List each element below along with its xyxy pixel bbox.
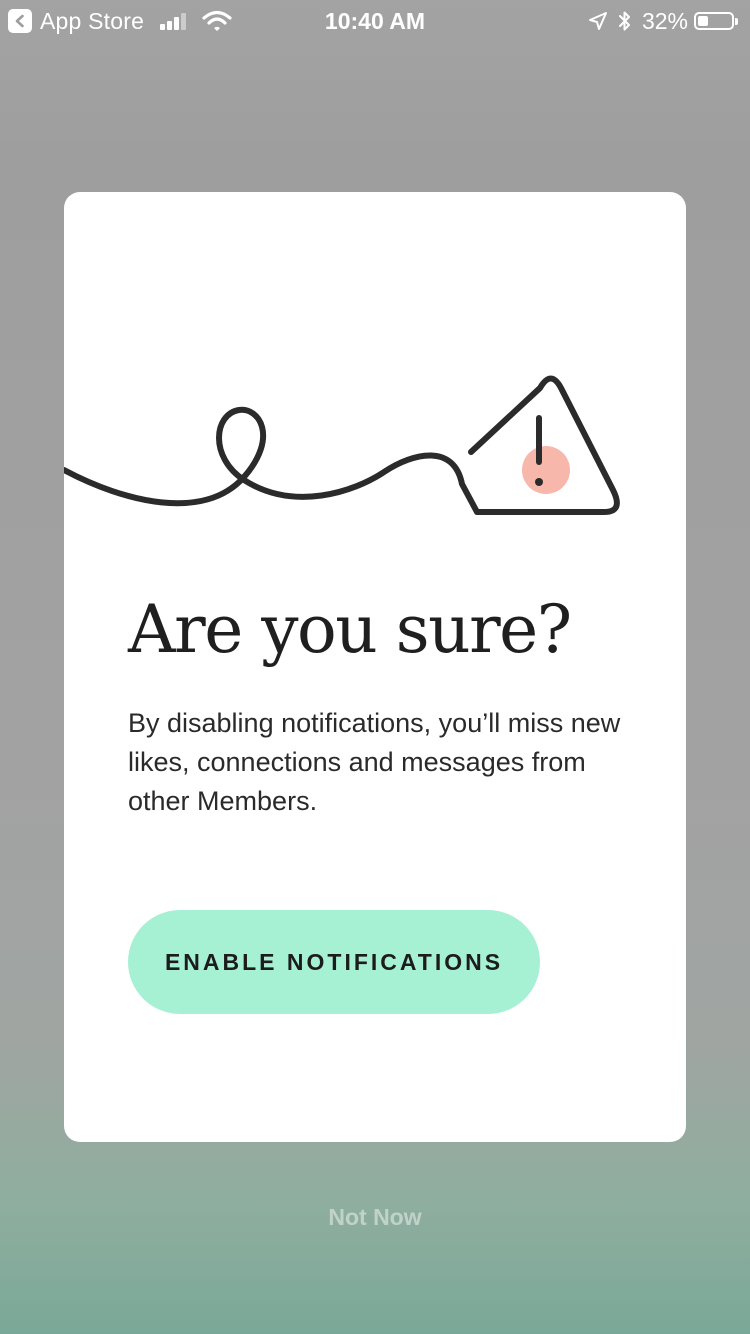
bluetooth-icon	[618, 11, 630, 31]
warning-triangle-icon	[64, 375, 620, 515]
squiggle-line	[64, 406, 480, 515]
dialog-card: Are you sure? By disabling notifications…	[64, 192, 686, 1142]
not-now-link[interactable]: Not Now	[0, 1204, 750, 1231]
dialog-body: By disabling notifications, you’ll miss …	[128, 708, 621, 816]
battery-icon	[694, 12, 734, 30]
exclamation-dot	[535, 478, 543, 486]
dialog-title: Are you sure?	[128, 591, 572, 668]
status-bar: App Store 10:40 AM 32%	[0, 0, 750, 40]
status-right: 32%	[588, 6, 738, 36]
battery-tip	[735, 17, 738, 25]
battery-level-fill	[698, 16, 709, 26]
location-icon	[588, 12, 607, 30]
battery-percent: 32%	[641, 7, 688, 34]
accent-dot	[522, 446, 570, 494]
enable-notifications-button[interactable]: ENABLE NOTIFICATIONS	[128, 910, 540, 1014]
